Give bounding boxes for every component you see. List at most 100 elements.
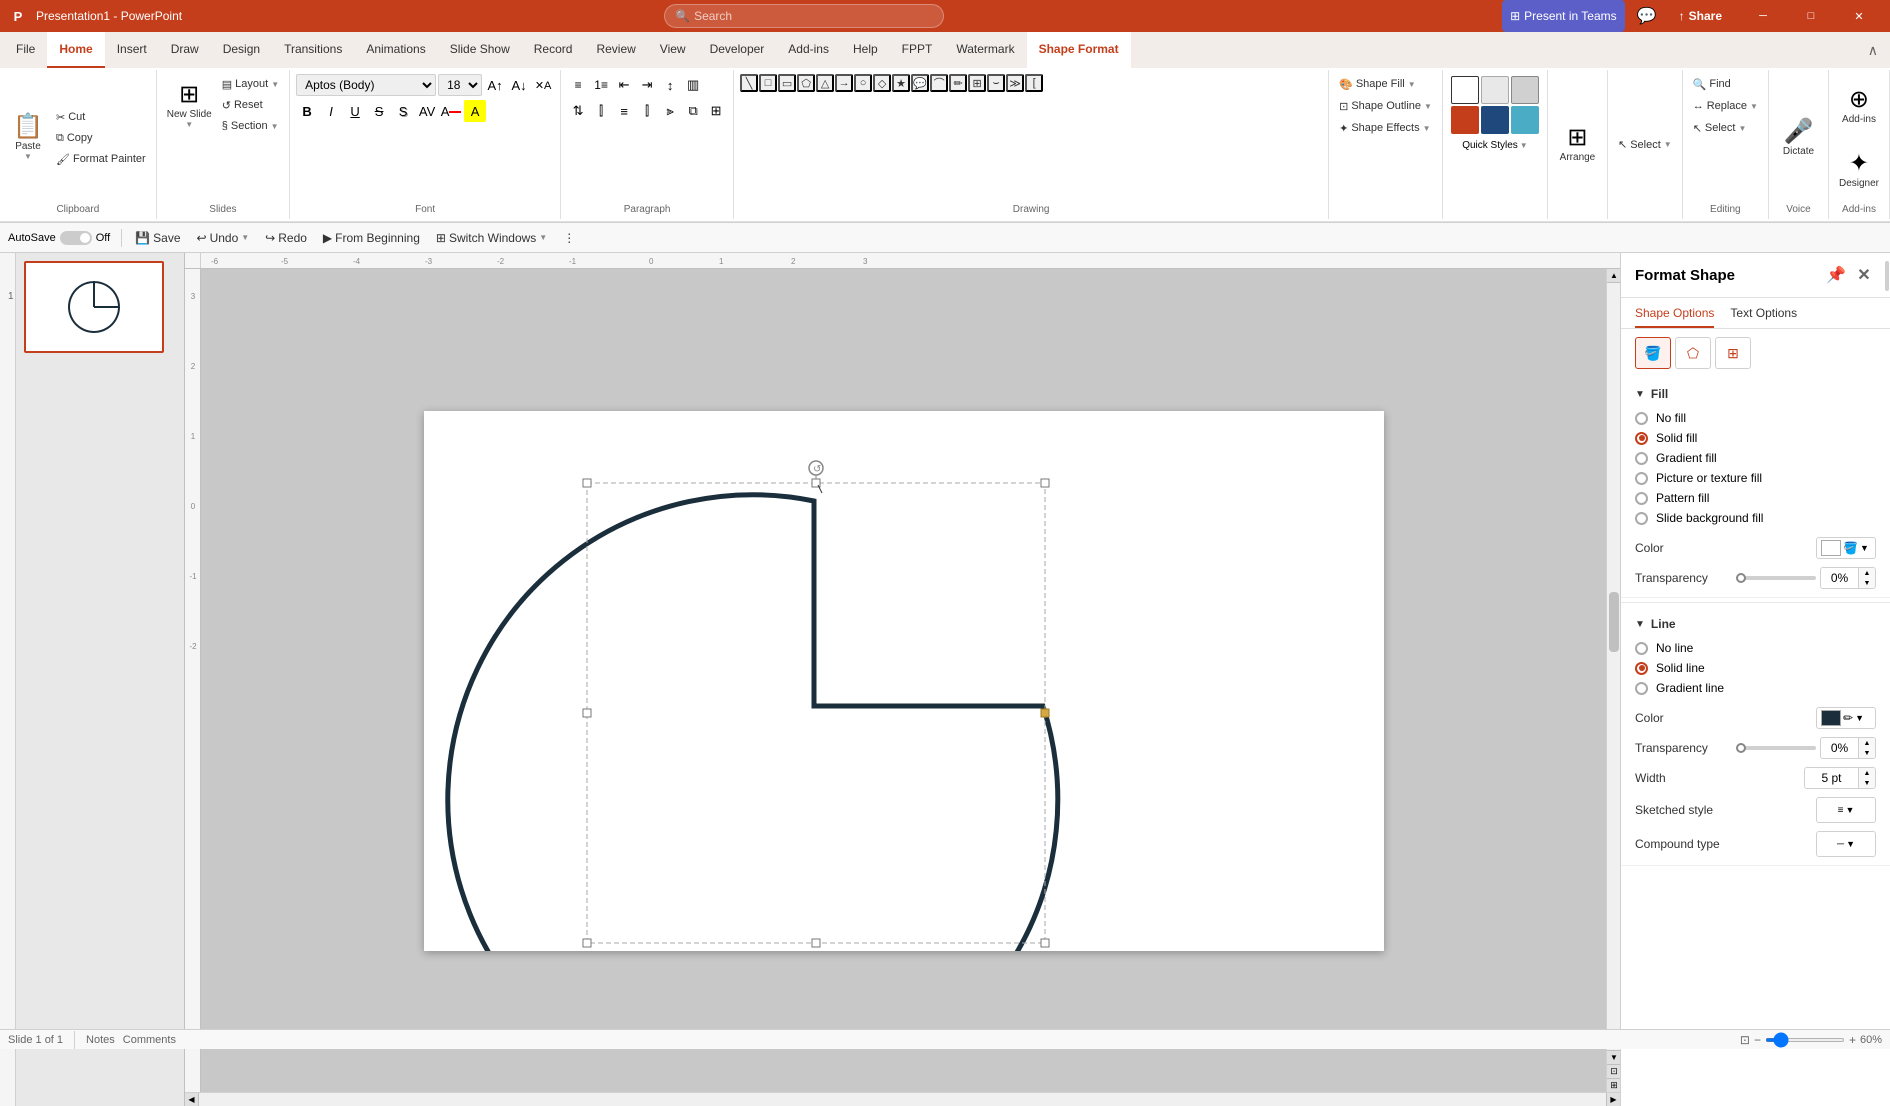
solid-fill-radio[interactable]: [1635, 432, 1648, 445]
tab-shape-format[interactable]: Shape Format: [1027, 32, 1131, 68]
text-options-tab[interactable]: Text Options: [1730, 306, 1797, 328]
undo-button[interactable]: ↩ Undo ▼: [191, 226, 256, 250]
search-input[interactable]: [694, 9, 933, 23]
no-fill-option[interactable]: No fill: [1635, 411, 1876, 425]
shape-callout-btn[interactable]: 💬: [911, 74, 929, 92]
justify-btn[interactable]: ⫸: [659, 100, 681, 122]
highlight-btn[interactable]: A: [464, 100, 486, 122]
comments-btn-status[interactable]: Comments: [123, 1034, 176, 1046]
new-slide-button[interactable]: ⊞ New Slide ▼: [163, 74, 216, 138]
redo-button[interactable]: ↪ Redo: [259, 226, 313, 250]
align-center-btn[interactable]: ≡: [613, 100, 635, 122]
vertical-scrollbar[interactable]: ▲ ▼ ⊡ ⊞: [1606, 269, 1620, 1092]
bold-btn[interactable]: B: [296, 100, 318, 122]
no-line-option[interactable]: No line: [1635, 641, 1876, 655]
sketched-style-picker[interactable]: ≡ ▼: [1816, 797, 1876, 823]
tab-addins[interactable]: Add-ins: [776, 32, 841, 68]
effects-icon-tab[interactable]: ⬠: [1675, 337, 1711, 369]
line-color-dropdown-arrow[interactable]: ▼: [1855, 713, 1864, 723]
section-button[interactable]: § Section ▼: [218, 116, 283, 136]
shape-chevron-btn[interactable]: ≫: [1006, 74, 1024, 92]
pattern-fill-radio[interactable]: [1635, 492, 1648, 505]
slide-thumbnail-1[interactable]: [24, 261, 164, 353]
style-swatch-5[interactable]: [1481, 106, 1509, 134]
strikethrough-btn[interactable]: S: [368, 100, 390, 122]
style-swatch-6[interactable]: [1511, 106, 1539, 134]
addins-button[interactable]: ⊕ Add-ins: [1837, 74, 1881, 138]
line-spacing-btn[interactable]: ↕: [659, 74, 681, 96]
shape-star-btn[interactable]: ★: [892, 74, 910, 92]
no-fill-radio[interactable]: [1635, 412, 1648, 425]
para-extra-btn[interactable]: ⊞: [705, 100, 727, 122]
tab-help[interactable]: Help: [841, 32, 890, 68]
zoom-out-btn[interactable]: −: [1754, 1033, 1761, 1047]
tab-transitions[interactable]: Transitions: [272, 32, 354, 68]
align-right-btn[interactable]: ⫿: [636, 100, 658, 122]
panel-pin-btn[interactable]: 📌: [1824, 263, 1848, 287]
pattern-fill-option[interactable]: Pattern fill: [1635, 491, 1876, 505]
gradient-line-option[interactable]: Gradient line: [1635, 681, 1876, 695]
shape-more-btn[interactable]: ⊞: [968, 74, 986, 92]
cut-button[interactable]: ✂ Cut: [52, 107, 150, 127]
line-color-picker[interactable]: ✏ ▼: [1816, 707, 1876, 729]
fill-color-dropdown-arrow[interactable]: ▼: [1860, 543, 1869, 553]
style-swatch-3[interactable]: [1511, 76, 1539, 104]
v-scroll-thumb[interactable]: [1609, 592, 1619, 652]
autosave-switch[interactable]: [60, 231, 92, 245]
find-button[interactable]: 🔍 Find: [1689, 74, 1735, 94]
scroll-left-btn[interactable]: ◀: [185, 1093, 199, 1106]
shape-circle-btn[interactable]: ○: [854, 74, 872, 92]
tab-design[interactable]: Design: [211, 32, 272, 68]
comments-btn[interactable]: 💬: [1633, 2, 1661, 30]
tab-animations[interactable]: Animations: [354, 32, 437, 68]
columns-btn[interactable]: ▥: [682, 74, 704, 96]
fit-slide-btn-status[interactable]: ⊡: [1740, 1033, 1750, 1047]
tab-record[interactable]: Record: [522, 32, 585, 68]
tab-draw[interactable]: Draw: [159, 32, 211, 68]
tab-fppt[interactable]: FPPT: [890, 32, 945, 68]
bullets-btn[interactable]: ≡: [567, 74, 589, 96]
style-swatch-2[interactable]: [1481, 76, 1509, 104]
shape-options-tab[interactable]: Shape Options: [1635, 306, 1714, 328]
record-button[interactable]: ● Record: [1426, 0, 1494, 32]
tab-watermark[interactable]: Watermark: [944, 32, 1026, 68]
line-transparency-up[interactable]: ▲: [1859, 738, 1875, 748]
slide-bg-radio[interactable]: [1635, 512, 1648, 525]
font-color-btn[interactable]: A: [440, 100, 462, 122]
share-button[interactable]: ↑ Share: [1669, 0, 1732, 32]
line-width-down[interactable]: ▼: [1859, 778, 1875, 788]
smartart-btn[interactable]: ⧉: [682, 100, 704, 122]
gradient-fill-option[interactable]: Gradient fill: [1635, 451, 1876, 465]
font-size-select[interactable]: 18: [438, 74, 482, 96]
paste-button[interactable]: 📋 Paste ▼: [6, 74, 50, 202]
line-width-spinbox[interactable]: 5 pt ▲ ▼: [1804, 767, 1876, 789]
zoom-slider[interactable]: [1765, 1038, 1845, 1042]
fill-transparency-slider[interactable]: [1736, 576, 1816, 580]
handle-mr[interactable]: [1041, 709, 1049, 717]
fill-transparency-thumb[interactable]: [1736, 573, 1746, 583]
scroll-extra-btn[interactable]: ⊞: [1607, 1078, 1620, 1092]
line-width-up[interactable]: ▲: [1859, 768, 1875, 778]
shape-bracket-btn[interactable]: [: [1025, 74, 1043, 92]
tab-file[interactable]: File: [4, 32, 47, 68]
char-spacing-btn[interactable]: AV: [416, 100, 438, 122]
fill-transparency-spinbox[interactable]: 0% ▲ ▼: [1820, 567, 1876, 589]
tab-insert[interactable]: Insert: [105, 32, 159, 68]
decrease-font-btn[interactable]: A↓: [508, 74, 530, 96]
scroll-up-btn[interactable]: ▲: [1607, 269, 1620, 283]
main-slide-svg[interactable]: ↺: [424, 411, 1384, 951]
handle-bl[interactable]: [583, 939, 591, 947]
solid-line-radio[interactable]: [1635, 662, 1648, 675]
tab-home[interactable]: Home: [47, 32, 104, 68]
scroll-down-btn[interactable]: ▼: [1607, 1050, 1620, 1064]
fit-slide-btn[interactable]: ⊡: [1607, 1064, 1620, 1078]
shape-fill-btn[interactable]: 🎨 Shape Fill ▼: [1335, 74, 1420, 94]
compound-type-picker[interactable]: ─ ▼: [1816, 831, 1876, 857]
solid-line-option[interactable]: Solid line: [1635, 661, 1876, 675]
shape-triangle-btn[interactable]: △: [816, 74, 834, 92]
line-transparency-slider[interactable]: [1736, 746, 1816, 750]
minimize-button[interactable]: ─: [1740, 0, 1786, 32]
panel-scroll-thumb[interactable]: [1885, 261, 1889, 291]
layout-button[interactable]: ▤ Layout ▼: [218, 74, 283, 94]
shape-rounded-rect-btn[interactable]: ▭: [778, 74, 796, 92]
